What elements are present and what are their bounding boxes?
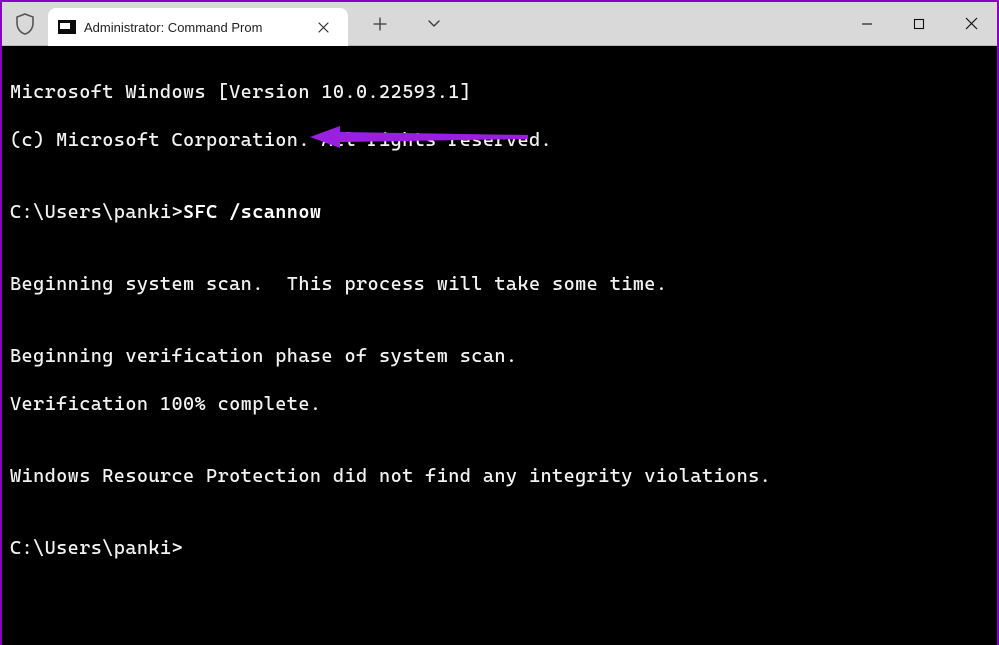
terminal-output[interactable]: Microsoft Windows [Version 10.0.22593.1]…: [2, 46, 997, 645]
window-controls: [841, 2, 997, 45]
tab-close-button[interactable]: [310, 14, 336, 40]
window-close-button[interactable]: [945, 2, 997, 45]
new-tab-button[interactable]: [366, 10, 394, 38]
privacy-shield-icon: [2, 2, 48, 45]
tab-title: Administrator: Command Prom: [84, 20, 302, 35]
titlebar: Administrator: Command Prom: [2, 2, 997, 46]
terminal-line: Windows Resource Protection did not find…: [10, 464, 991, 488]
minimize-button[interactable]: [841, 2, 893, 45]
terminal-line: Beginning verification phase of system s…: [10, 344, 991, 368]
terminal-line: Microsoft Windows [Version 10.0.22593.1]: [10, 80, 991, 104]
terminal-line: C:\Users\panki>SFC /scannow: [10, 200, 991, 224]
terminal-line: (c) Microsoft Corporation. All rights re…: [10, 128, 991, 152]
prompt-text: C:\Users\panki>: [10, 201, 183, 223]
tab-dropdown-button[interactable]: [420, 10, 448, 38]
tab-command-prompt[interactable]: Administrator: Command Prom: [48, 8, 348, 46]
close-icon: [318, 22, 329, 33]
terminal-line: C:\Users\panki>: [10, 536, 991, 560]
minimize-icon: [861, 18, 873, 30]
close-icon: [965, 17, 978, 30]
app-window: Administrator: Command Prom: [0, 0, 999, 645]
command-text: SFC /scannow: [183, 201, 321, 223]
plus-icon: [373, 17, 387, 31]
chevron-down-icon: [427, 19, 441, 29]
maximize-button[interactable]: [893, 2, 945, 45]
cmd-icon: [58, 20, 76, 34]
maximize-icon: [913, 18, 925, 30]
tabstrip-controls: [348, 2, 448, 45]
terminal-line: Verification 100% complete.: [10, 392, 991, 416]
terminal-line: Beginning system scan. This process will…: [10, 272, 991, 296]
